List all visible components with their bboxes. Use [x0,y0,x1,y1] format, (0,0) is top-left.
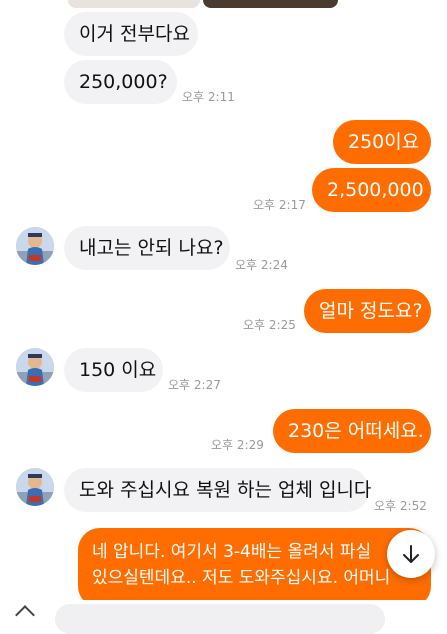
message-text: 250이요 [348,131,420,153]
avatar-icon[interactable] [16,468,54,506]
outgoing-message[interactable]: 2,500,000 [312,168,431,212]
timestamp: 오후 2:29 [211,438,264,452]
photo-thumbnail-1[interactable] [68,0,200,8]
message-text: 이거 전부다요 [79,23,190,45]
message-text: 2,500,000 [327,179,424,201]
message-text: 내고는 안되 나요? [79,237,224,259]
timestamp: 오후 2:17 [253,198,306,212]
scroll-down-button[interactable] [387,530,435,578]
incoming-message[interactable]: 250,000? [64,60,177,104]
message-text-line-1: 네 압니다. 여기서 3-4배는 올려서 파실 [92,542,372,562]
chat-thread: 이거 전부다요 250,000? 오후 2:11 250이요 2,500,000… [0,0,447,634]
message-text: 얼마 정도요? [319,300,423,322]
message-text: 도와 주십시요 복원 하는 업체 입니다 [79,479,372,501]
avatar-figure [16,348,54,386]
message-text: 150 이요 [79,359,157,381]
timestamp: 오후 2:24 [235,258,288,272]
avatar-figure [16,468,54,506]
incoming-message[interactable]: 내고는 안되 나요? [64,226,230,270]
outgoing-message[interactable]: 250이요 [333,120,431,164]
message-text: 230은 어떠세요. [288,420,424,442]
avatar-icon[interactable] [16,227,54,265]
message-input[interactable] [55,604,385,634]
outgoing-message[interactable]: 네 압니다. 여기서 3-4배는 올려서 파실 있으실텐데요.. 저도 도와주십… [78,528,431,608]
timestamp: 오후 2:11 [182,90,235,104]
avatar-figure [16,227,54,265]
timestamp: 오후 2:25 [243,318,296,332]
outgoing-message[interactable]: 230은 어떠세요. [273,409,431,453]
message-text: 250,000? [79,71,168,93]
timestamp: 오후 2:27 [168,378,221,392]
timestamp: 오후 2:52 [374,499,427,513]
message-text-line-2: 있으실텐데요.. 저도 도와주십시요. 어머니 [92,568,391,588]
outgoing-message[interactable]: 얼마 정도요? [304,289,431,333]
arrow-down-icon [403,545,419,563]
incoming-message[interactable]: 이거 전부다요 [64,12,198,56]
incoming-message[interactable]: 150 이요 [64,348,163,392]
avatar-icon[interactable] [16,348,54,386]
photo-thumbnail-2[interactable] [203,0,338,8]
incoming-message[interactable]: 도와 주십시요 복원 하는 업체 입니다 [64,468,372,512]
